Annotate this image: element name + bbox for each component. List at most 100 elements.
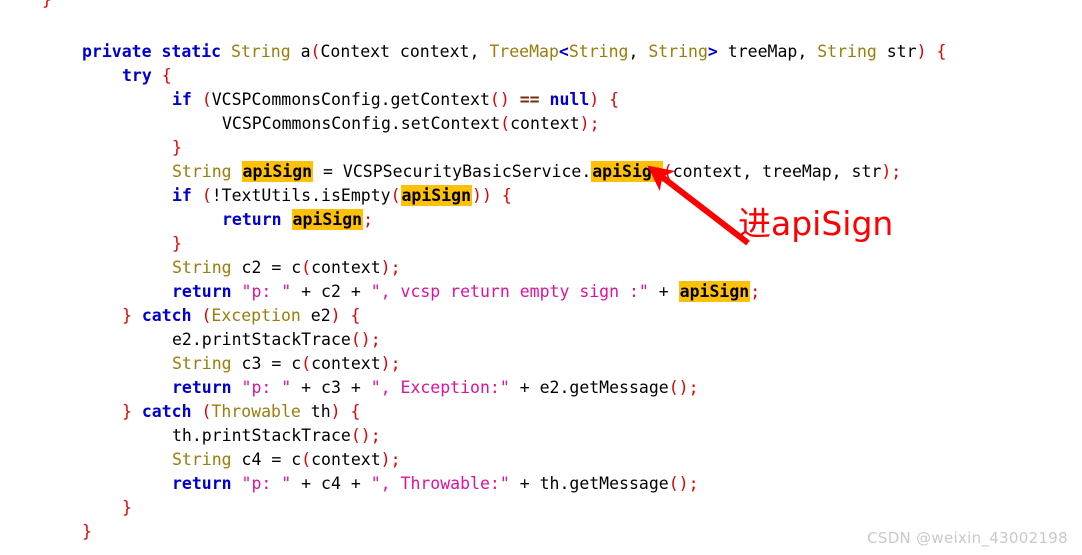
code-token: catch [141,402,192,421]
code-token: ) [881,162,892,181]
code-line: VCSPCommonsConfig.setContext(context); [0,112,1082,136]
highlighted-token: apiSign [591,161,663,182]
code-token: ; [750,282,761,301]
code-token: + c2 + [291,282,371,301]
code-token: = [271,258,282,277]
annotation-label: 进apiSign [738,204,894,243]
code-line: } [0,496,1082,520]
code-token: ; [891,162,902,181]
code-line: e2.printStackTrace(); [0,328,1082,352]
code-token: < [558,42,569,61]
code-token: treeMap, [717,42,818,61]
code-token: context [510,114,580,133]
code-token: c [281,450,302,469]
code-token: e2.printStackTrace [172,330,351,349]
highlighted-token: apiSign [400,185,473,206]
code-token: String [568,42,629,61]
code-token: + th.getMessage [509,474,669,493]
code-token: ", vcsp return empty sign :" [370,282,649,301]
code-token: ) [330,306,341,325]
code-token: String [648,42,708,61]
code-token: c [281,354,302,373]
code-token: String [172,450,232,469]
code-token: ( [201,402,212,421]
code-token: str [876,42,917,61]
code-token: c4 [231,450,272,469]
code-token: ) [472,186,482,205]
code-token: { [350,402,361,421]
code-token: String [172,354,232,373]
code-token: ) [330,402,341,421]
code-token: () [489,90,510,109]
code-token: ) [579,114,590,133]
code-line: return apiSign; [0,208,1082,232]
code-token: private [82,42,152,61]
code-token: ( [390,186,401,205]
code-token: { [609,90,620,109]
code-token: ; [370,426,381,445]
code-token: + c4 + [291,474,371,493]
code-token: context [311,354,381,373]
code-token: () [350,330,371,349]
code-block: } private static String a(Context contex… [0,0,1082,544]
code-token: } [42,0,52,9]
code-line: try { [0,64,1082,88]
code-token: ( [301,354,312,373]
code-token: catch [141,306,192,325]
code-token: ; [390,354,401,373]
code-line: } [0,136,1082,160]
code-line: String c4 = c(context); [0,448,1082,472]
code-token: ( [301,258,312,277]
code-token: = [271,450,282,469]
csdn-watermark: CSDN @weixin_43002198 [867,529,1068,547]
code-token: { [350,306,361,325]
code-token: String [231,42,291,61]
code-token: { [501,186,512,205]
code-token: () [350,426,371,445]
code-token: ( [500,114,511,133]
code-token: ( [301,450,312,469]
code-token: return [172,474,232,493]
code-token: ", Throwable:" [370,474,510,493]
code-token: return [172,378,232,397]
code-token: ( [201,306,212,325]
highlighted-token: apiSign [241,161,314,182]
code-token: ( [201,186,212,205]
code-token: = [271,354,282,373]
code-token: ) [481,186,492,205]
code-token: String [172,258,232,277]
code-token: () [668,474,689,493]
code-token: Exception [211,306,301,325]
code-token: a [300,42,311,61]
code-token: context [311,450,381,469]
code-token: ; [390,258,401,277]
code-token: "p: " [241,378,292,397]
code-token: !TextUtils.isEmpty [211,186,391,205]
code-token: e2 [300,306,331,325]
code-line: } [0,0,1082,16]
code-line: private static String a(Context context,… [0,40,1082,64]
code-token: null [549,90,590,109]
code-token: if [172,90,192,109]
code-token: ; [589,114,600,133]
code-token: } [172,234,182,253]
code-token: ) [380,354,391,373]
code-token: } [122,306,132,325]
code-token: String [817,42,877,61]
code-line: String c2 = c(context); [0,256,1082,280]
highlighted-token: apiSign [678,281,751,302]
code-token: { [936,42,947,61]
